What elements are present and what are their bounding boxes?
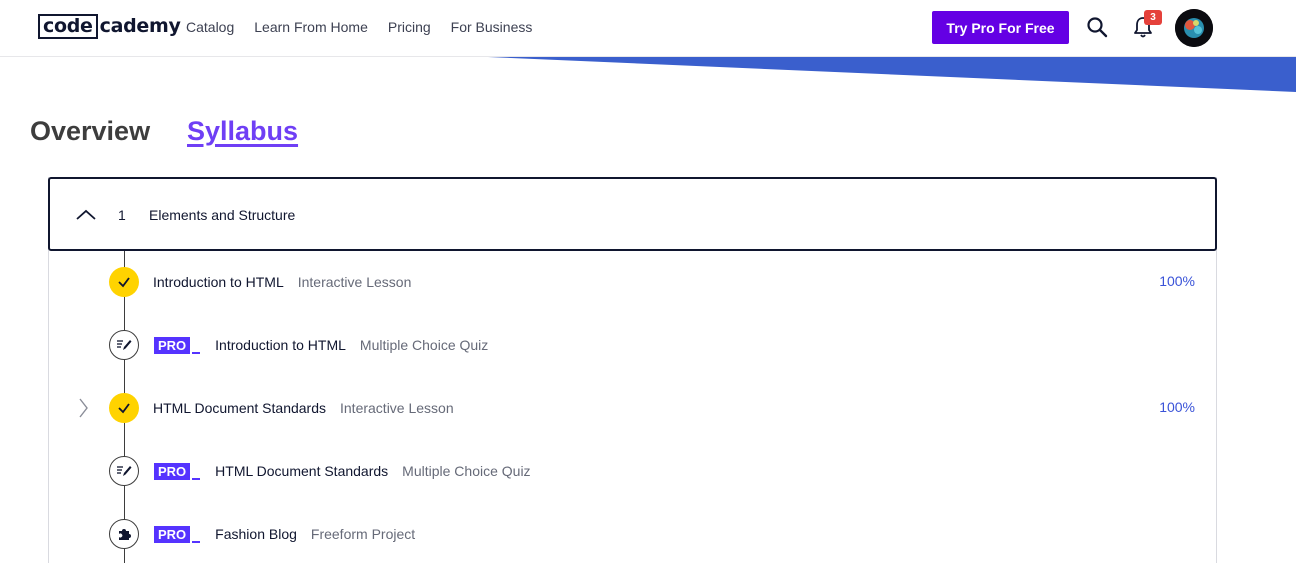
- completed-marker: [109, 267, 139, 297]
- pro-badge: PRO: [154, 525, 201, 543]
- pro-cursor: [192, 352, 201, 354]
- pro-badge: PRO: [154, 336, 201, 354]
- main-nav: Catalog Learn From Home Pricing For Busi…: [186, 18, 552, 36]
- puzzle-icon: [119, 529, 131, 540]
- module-header[interactable]: 1 Elements and Structure: [48, 177, 1217, 251]
- item-title[interactable]: HTML Document Standards: [215, 462, 388, 480]
- logo-cademy: cademy: [99, 15, 181, 37]
- item-title[interactable]: Fashion Blog: [215, 525, 297, 543]
- check-icon: [118, 277, 130, 288]
- item-title[interactable]: Introduction to HTML: [215, 336, 346, 354]
- tab-overview[interactable]: Overview: [30, 114, 150, 148]
- item-type: Freeform Project: [310, 526, 416, 542]
- pro-label: PRO: [154, 462, 191, 480]
- quiz-icon: [117, 466, 132, 476]
- pro-label: PRO: [154, 525, 191, 543]
- item-type: Multiple Choice Quiz: [402, 463, 531, 479]
- list-item[interactable]: PRO Introduction to HTML Multiple Choice…: [48, 325, 1217, 365]
- codecademy-logo[interactable]: code cademy: [38, 14, 181, 39]
- nav-for-business[interactable]: For Business: [451, 18, 533, 36]
- list-item[interactable]: PRO HTML Document Standards Multiple Cho…: [48, 451, 1217, 491]
- list-item[interactable]: HTML Document Standards Interactive Less…: [48, 388, 1217, 428]
- nav-catalog[interactable]: Catalog: [186, 18, 234, 36]
- try-pro-button[interactable]: Try Pro For Free: [932, 11, 1069, 44]
- pro-cursor: [192, 541, 201, 543]
- item-title[interactable]: HTML Document Standards: [153, 399, 326, 417]
- tab-syllabus[interactable]: Syllabus: [187, 114, 298, 148]
- notification-badge: 3: [1144, 10, 1162, 25]
- quiz-marker: [109, 330, 139, 360]
- module-title: Elements and Structure: [149, 207, 296, 223]
- pro-label: PRO: [154, 336, 191, 354]
- item-title[interactable]: Introduction to HTML: [153, 273, 284, 291]
- quiz-marker: [109, 456, 139, 486]
- nav-pricing[interactable]: Pricing: [388, 18, 431, 36]
- top-navigation: code cademy Catalog Learn From Home Prici…: [0, 0, 1296, 57]
- item-type: Multiple Choice Quiz: [359, 337, 489, 353]
- avatar[interactable]: [1175, 9, 1213, 47]
- list-item[interactable]: Introduction to HTML Interactive Lesson …: [48, 262, 1217, 302]
- chevron-right-icon[interactable]: [77, 398, 89, 418]
- pro-cursor: [192, 478, 201, 480]
- project-marker: [109, 519, 139, 549]
- pro-badge: PRO: [154, 462, 201, 480]
- progress-value: 100%: [1159, 399, 1195, 415]
- completed-marker: [109, 393, 139, 423]
- item-type: Interactive Lesson: [340, 400, 454, 416]
- progress-value: 100%: [1159, 273, 1195, 289]
- module-number: 1: [118, 207, 126, 223]
- avatar-image: [1175, 9, 1213, 47]
- search-icon[interactable]: [1086, 16, 1108, 38]
- quiz-icon: [117, 340, 132, 350]
- list-item[interactable]: PRO Fashion Blog Freeform Project: [48, 514, 1217, 554]
- nav-learn-from-home[interactable]: Learn From Home: [254, 18, 368, 36]
- logo-code: code: [38, 14, 98, 39]
- check-icon: [118, 403, 130, 414]
- chevron-up-icon[interactable]: [76, 208, 96, 220]
- item-type: Interactive Lesson: [297, 274, 412, 290]
